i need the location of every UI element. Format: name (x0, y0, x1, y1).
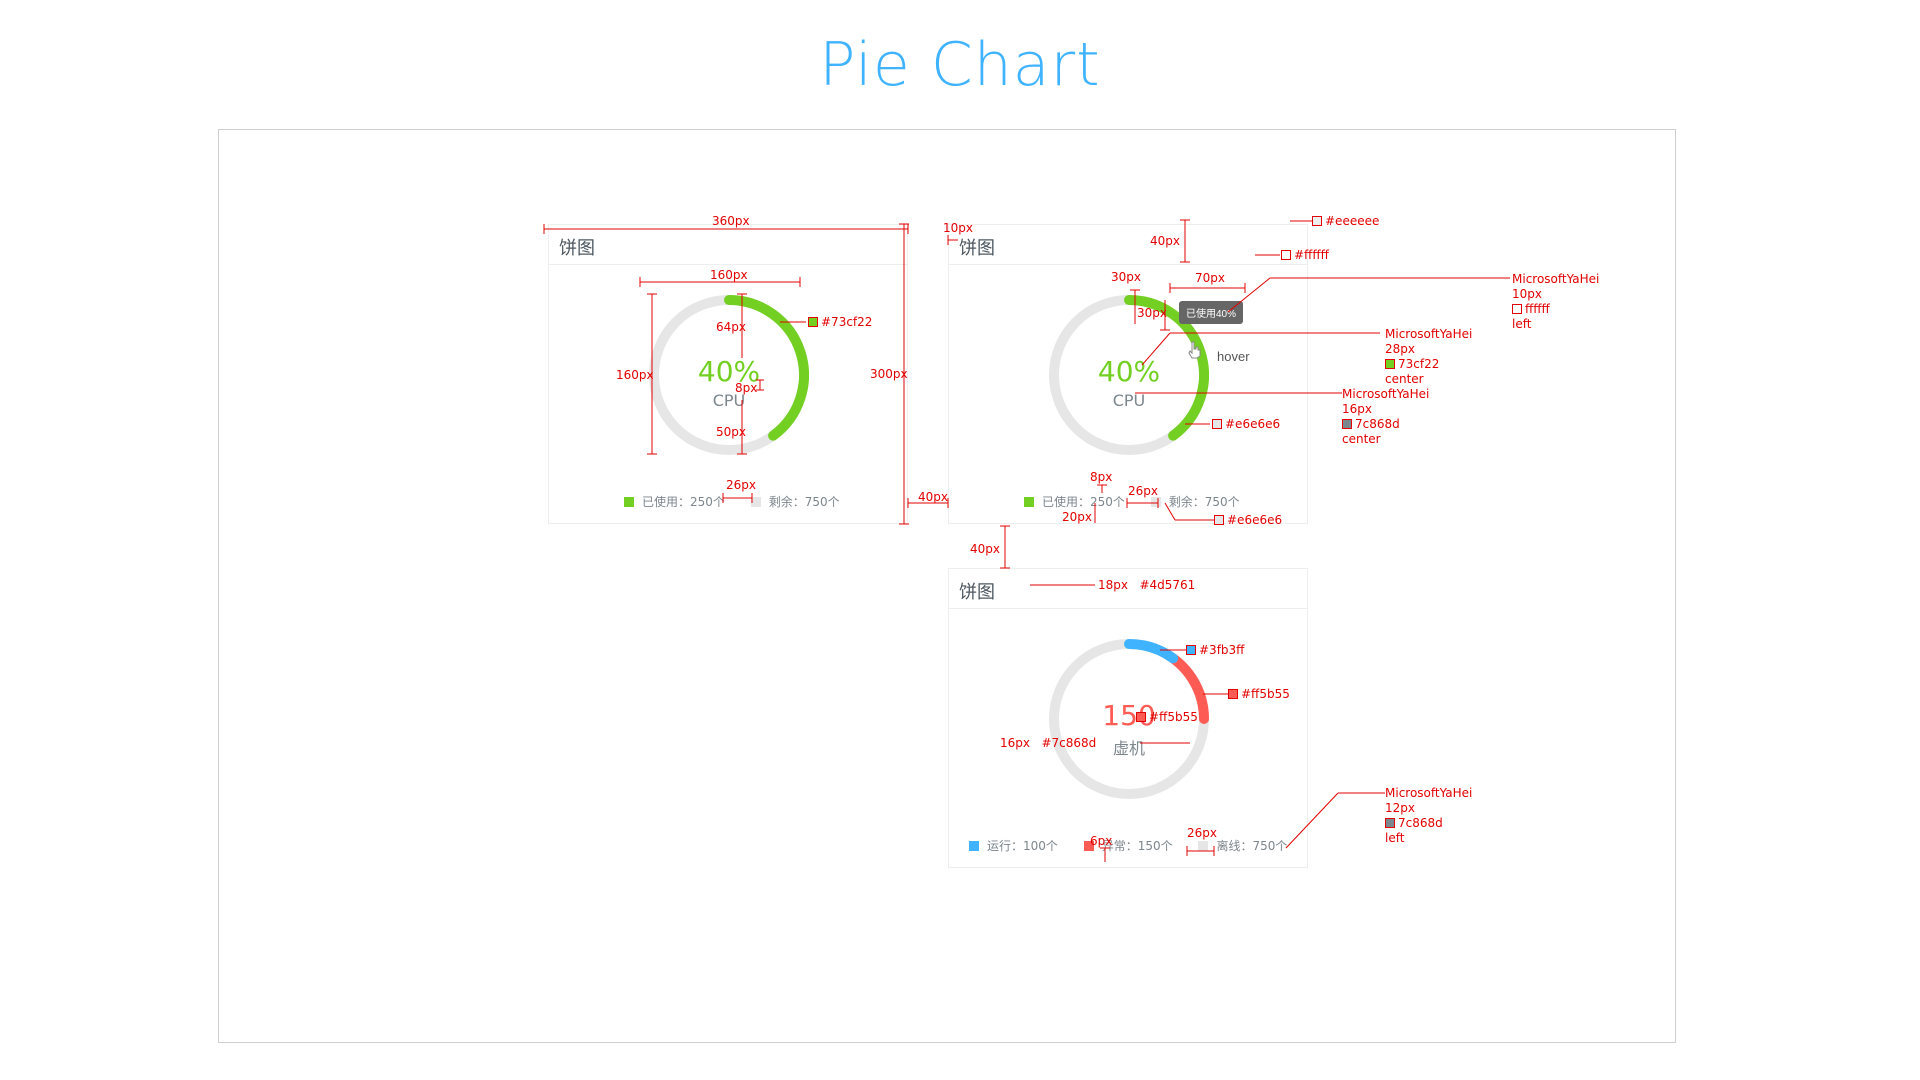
annot-40b: 40px (970, 542, 1000, 556)
annot-40a: 40px (918, 490, 948, 504)
annot-160w: 160px (710, 268, 748, 282)
annot-70: 70px (1195, 271, 1225, 285)
annot-26c: 26px (1187, 826, 1217, 840)
annot-360: 360px (712, 214, 750, 228)
annot-red2: #ff5b55 (1136, 710, 1198, 725)
annot-8: 8px (735, 381, 758, 395)
annot-8w: 8px (1090, 470, 1113, 484)
annot-blue: #3fb3ff (1186, 643, 1244, 658)
annot-red: #ff5b55 (1228, 687, 1290, 702)
annot-eee: #eeeeee (1312, 214, 1379, 229)
annot-64: 64px (716, 320, 746, 334)
annot-label-spec: MicrosoftYaHei 16px 7c868d center (1342, 387, 1430, 446)
annot-30a: 30px (1111, 270, 1141, 284)
annot-26b: 26px (1128, 484, 1158, 498)
annot-160h: 160px (616, 368, 654, 382)
annot-6: 6px (1090, 834, 1113, 848)
annot-legend-spec: MicrosoftYaHei 12px 7c868d left (1385, 786, 1473, 845)
annot-track: #e6e6e6 (1212, 417, 1280, 432)
annot-title-spec: 18px #4d5761 (1098, 578, 1196, 592)
annot-20: 20px (1062, 510, 1092, 524)
measurement-overlay (543, 219, 1510, 862)
annot-fff: #ffffff (1281, 248, 1329, 263)
annot-10: 10px (943, 221, 973, 235)
annot-30b: 30px (1137, 306, 1167, 320)
annot-300: 300px (870, 367, 908, 381)
annot-40v: 40px (1150, 234, 1180, 248)
annot-value-spec: MicrosoftYaHei 28px 73cf22 center (1385, 327, 1473, 386)
annot-green: #73cf22 (808, 315, 872, 330)
annot-track2: #e6e6e6 (1214, 513, 1282, 528)
annot-50: 50px (716, 425, 746, 439)
annot-label3-spec: 16px #7c868d (1000, 736, 1097, 750)
annot-tooltip-spec: MicrosoftYaHei 10px ffffff left (1512, 272, 1600, 331)
annot-26a: 26px (726, 478, 756, 492)
